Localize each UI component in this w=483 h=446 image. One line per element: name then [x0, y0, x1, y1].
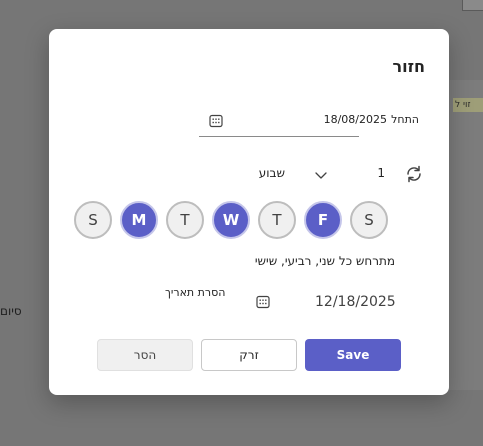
- background-end-label: סיום: [0, 304, 22, 318]
- day-wednesday[interactable]: W: [212, 201, 250, 239]
- start-date-field[interactable]: התחל 18/08/2025: [199, 109, 419, 137]
- day-thursday[interactable]: T: [258, 201, 296, 239]
- day-friday[interactable]: F: [304, 201, 342, 239]
- end-date-row: 12/18/2025 הסרת תאריך: [98, 284, 400, 324]
- interval-input[interactable]: 1: [377, 166, 385, 180]
- remove-button[interactable]: הסר: [97, 339, 193, 371]
- discard-button[interactable]: זרק: [201, 339, 297, 371]
- dialog-title: חזור: [392, 57, 425, 76]
- recurrence-summary: מתרחש כל שני, רביעי, שישי: [254, 254, 395, 268]
- background-panel-strip: זוי ל: [453, 98, 483, 112]
- end-calendar-icon[interactable]: [256, 295, 270, 309]
- repeat-icon: [403, 163, 425, 185]
- day-sunday[interactable]: S: [74, 201, 112, 239]
- background-panel: זוי ל: [448, 80, 483, 390]
- frequency-unit-select[interactable]: שבוע: [259, 166, 285, 180]
- chevron-down-icon[interactable]: [313, 167, 329, 183]
- start-date-underline: [199, 136, 359, 137]
- recurrence-dialog: חזור התחל 18/08/2025 1 שבוע S M T W T F …: [49, 29, 449, 395]
- weekday-picker: S M T W T F S: [74, 201, 394, 241]
- day-saturday[interactable]: S: [350, 201, 388, 239]
- save-button[interactable]: Save: [305, 339, 401, 371]
- background-top-box: [462, 0, 483, 11]
- day-monday[interactable]: M: [120, 201, 158, 239]
- start-date-value[interactable]: 18/08/2025: [324, 113, 387, 126]
- calendar-icon[interactable]: [209, 114, 223, 128]
- frequency-row: 1 שבוע: [259, 163, 425, 187]
- remove-date-link[interactable]: הסרת תאריך: [165, 286, 225, 299]
- start-date-label: התחל: [391, 113, 419, 126]
- day-tuesday[interactable]: T: [166, 201, 204, 239]
- end-date-value[interactable]: 12/18/2025: [315, 294, 396, 310]
